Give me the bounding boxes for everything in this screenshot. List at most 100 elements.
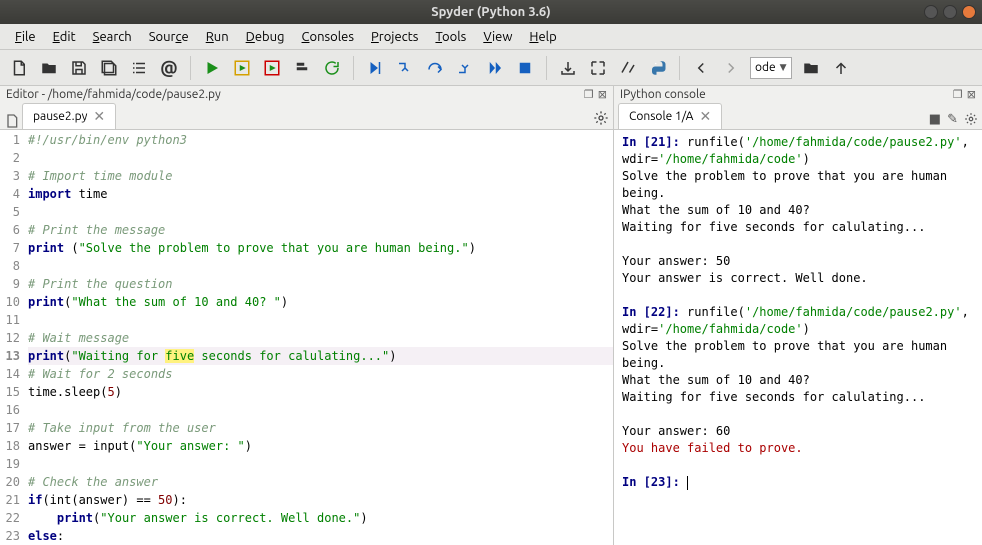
clear-console-icon[interactable]: ✎: [947, 112, 958, 129]
code-line[interactable]: import time: [28, 185, 613, 203]
code-line[interactable]: # Wait for 2 seconds: [28, 365, 613, 383]
run-selection-icon[interactable]: [291, 57, 313, 79]
new-file-icon[interactable]: [8, 57, 30, 79]
ipython-panel: IPython console ❐ ⊠ Console 1/A ✕ ■ ✎ I: [614, 86, 982, 545]
continue-icon[interactable]: [484, 57, 506, 79]
console-line: In [22]: runfile('/home/fahmida/code/pau…: [622, 304, 974, 338]
menu-debug[interactable]: Debug: [239, 27, 292, 47]
step-out-icon[interactable]: [454, 57, 476, 79]
save-icon[interactable]: [68, 57, 90, 79]
code-line[interactable]: answer = input("Your answer: "): [28, 437, 613, 455]
console-line[interactable]: In [23]:: [622, 474, 974, 491]
console-line: Your answer: 60: [622, 423, 974, 440]
debug-icon[interactable]: [364, 57, 386, 79]
console-line: [622, 457, 974, 474]
working-dir-dropdown[interactable]: ode ▼: [750, 57, 792, 79]
working-dir-value: ode: [755, 61, 776, 74]
run-cell-icon[interactable]: [231, 57, 253, 79]
code-line[interactable]: # Wait message: [28, 329, 613, 347]
ipython-tabbar: Console 1/A ✕ ■ ✎: [614, 103, 982, 130]
menu-consoles[interactable]: Consoles: [295, 27, 361, 47]
code-line[interactable]: # Take input from the user: [28, 419, 613, 437]
code-line[interactable]: [28, 401, 613, 419]
code-line[interactable]: [28, 455, 613, 473]
menu-file[interactable]: File: [8, 27, 43, 47]
console-line: What the sum of 10 and 40?: [622, 202, 974, 219]
code-editor[interactable]: 1234567891011121314151617181920212223242…: [0, 130, 613, 545]
menu-tools[interactable]: Tools: [428, 27, 473, 47]
console-line: What the sum of 10 and 40?: [622, 372, 974, 389]
python-path-icon[interactable]: [647, 57, 669, 79]
code-line[interactable]: # Print the message: [28, 221, 613, 239]
import-data-icon[interactable]: [557, 57, 579, 79]
editor-header-title: Editor - /home/fahmida/code/pause2.py: [6, 88, 584, 101]
maximize-icon[interactable]: [587, 57, 609, 79]
close-tab-icon[interactable]: ✕: [699, 108, 711, 125]
code-line[interactable]: time.sleep(5): [28, 383, 613, 401]
restore-pane-icon[interactable]: ❐: [953, 88, 963, 101]
maximize-button[interactable]: [943, 5, 957, 19]
editor-header: Editor - /home/fahmida/code/pause2.py ❐ …: [0, 86, 613, 103]
step-into-icon[interactable]: [394, 57, 416, 79]
console-output[interactable]: In [21]: runfile('/home/fahmida/code/pau…: [614, 130, 982, 545]
code-line[interactable]: [28, 257, 613, 275]
parent-dir-icon[interactable]: [830, 57, 852, 79]
console-line: Waiting for five seconds for calulating.…: [622, 389, 974, 406]
close-tab-icon[interactable]: ✕: [93, 108, 105, 125]
code-line[interactable]: # Print the question: [28, 275, 613, 293]
console-line: You have failed to prove.: [622, 440, 974, 457]
editor-tab-label: pause2.py: [33, 110, 87, 123]
menu-help[interactable]: Help: [522, 27, 563, 47]
main-area: Editor - /home/fahmida/code/pause2.py ❐ …: [0, 86, 982, 545]
preferences-icon[interactable]: [617, 57, 639, 79]
code-line[interactable]: print("Your answer is correct. Well done…: [28, 509, 613, 527]
close-pane-icon[interactable]: ⊠: [967, 88, 976, 101]
console-line: [622, 236, 974, 253]
code-line[interactable]: [28, 203, 613, 221]
stop-debug-icon[interactable]: [514, 57, 536, 79]
save-all-icon[interactable]: [98, 57, 120, 79]
console-tab[interactable]: Console 1/A ✕: [618, 103, 722, 129]
menu-run[interactable]: Run: [199, 27, 236, 47]
console-options-icon[interactable]: [964, 112, 978, 129]
run-icon[interactable]: [201, 57, 223, 79]
titlebar: Spyder (Python 3.6): [0, 0, 982, 24]
window-title: Spyder (Python 3.6): [0, 5, 982, 19]
stop-console-icon[interactable]: ■: [929, 112, 941, 129]
code-line[interactable]: # Import time module: [28, 167, 613, 185]
console-tab-label: Console 1/A: [629, 110, 693, 123]
close-pane-icon[interactable]: ⊠: [598, 88, 607, 101]
menu-source[interactable]: Source: [142, 27, 196, 47]
code-line[interactable]: [28, 149, 613, 167]
menu-search[interactable]: Search: [86, 27, 139, 47]
menu-edit[interactable]: Edit: [46, 27, 83, 47]
at-icon[interactable]: @: [158, 57, 180, 79]
editor-tab[interactable]: pause2.py ✕: [22, 103, 116, 129]
editor-options-icon[interactable]: [593, 110, 609, 129]
browse-wd-icon[interactable]: [800, 57, 822, 79]
code-line[interactable]: else:: [28, 527, 613, 545]
close-button[interactable]: [962, 5, 976, 19]
window-controls: [924, 5, 976, 19]
list-icon[interactable]: [128, 57, 150, 79]
minimize-button[interactable]: [924, 5, 938, 19]
run-cell-advance-icon[interactable]: [261, 57, 283, 79]
code-line[interactable]: [28, 311, 613, 329]
code-area[interactable]: #!/usr/bin/env python3 # Import time modu…: [24, 130, 613, 545]
code-line[interactable]: if(int(answer) == 50):: [28, 491, 613, 509]
forward-icon[interactable]: [720, 57, 742, 79]
code-line[interactable]: # Check the answer: [28, 473, 613, 491]
back-icon[interactable]: [690, 57, 712, 79]
menu-projects[interactable]: Projects: [364, 27, 425, 47]
code-line[interactable]: print ("Solve the problem to prove that …: [28, 239, 613, 257]
console-line: [622, 287, 974, 304]
code-line[interactable]: #!/usr/bin/env python3: [28, 131, 613, 149]
open-file-icon[interactable]: [38, 57, 60, 79]
menu-view[interactable]: View: [476, 27, 519, 47]
file-browse-icon[interactable]: [4, 113, 20, 129]
restore-pane-icon[interactable]: ❐: [584, 88, 594, 101]
step-over-icon[interactable]: [424, 57, 446, 79]
rerun-icon[interactable]: [321, 57, 343, 79]
code-line[interactable]: print("Waiting for five seconds for calu…: [28, 347, 613, 365]
code-line[interactable]: print("What the sum of 10 and 40? "): [28, 293, 613, 311]
